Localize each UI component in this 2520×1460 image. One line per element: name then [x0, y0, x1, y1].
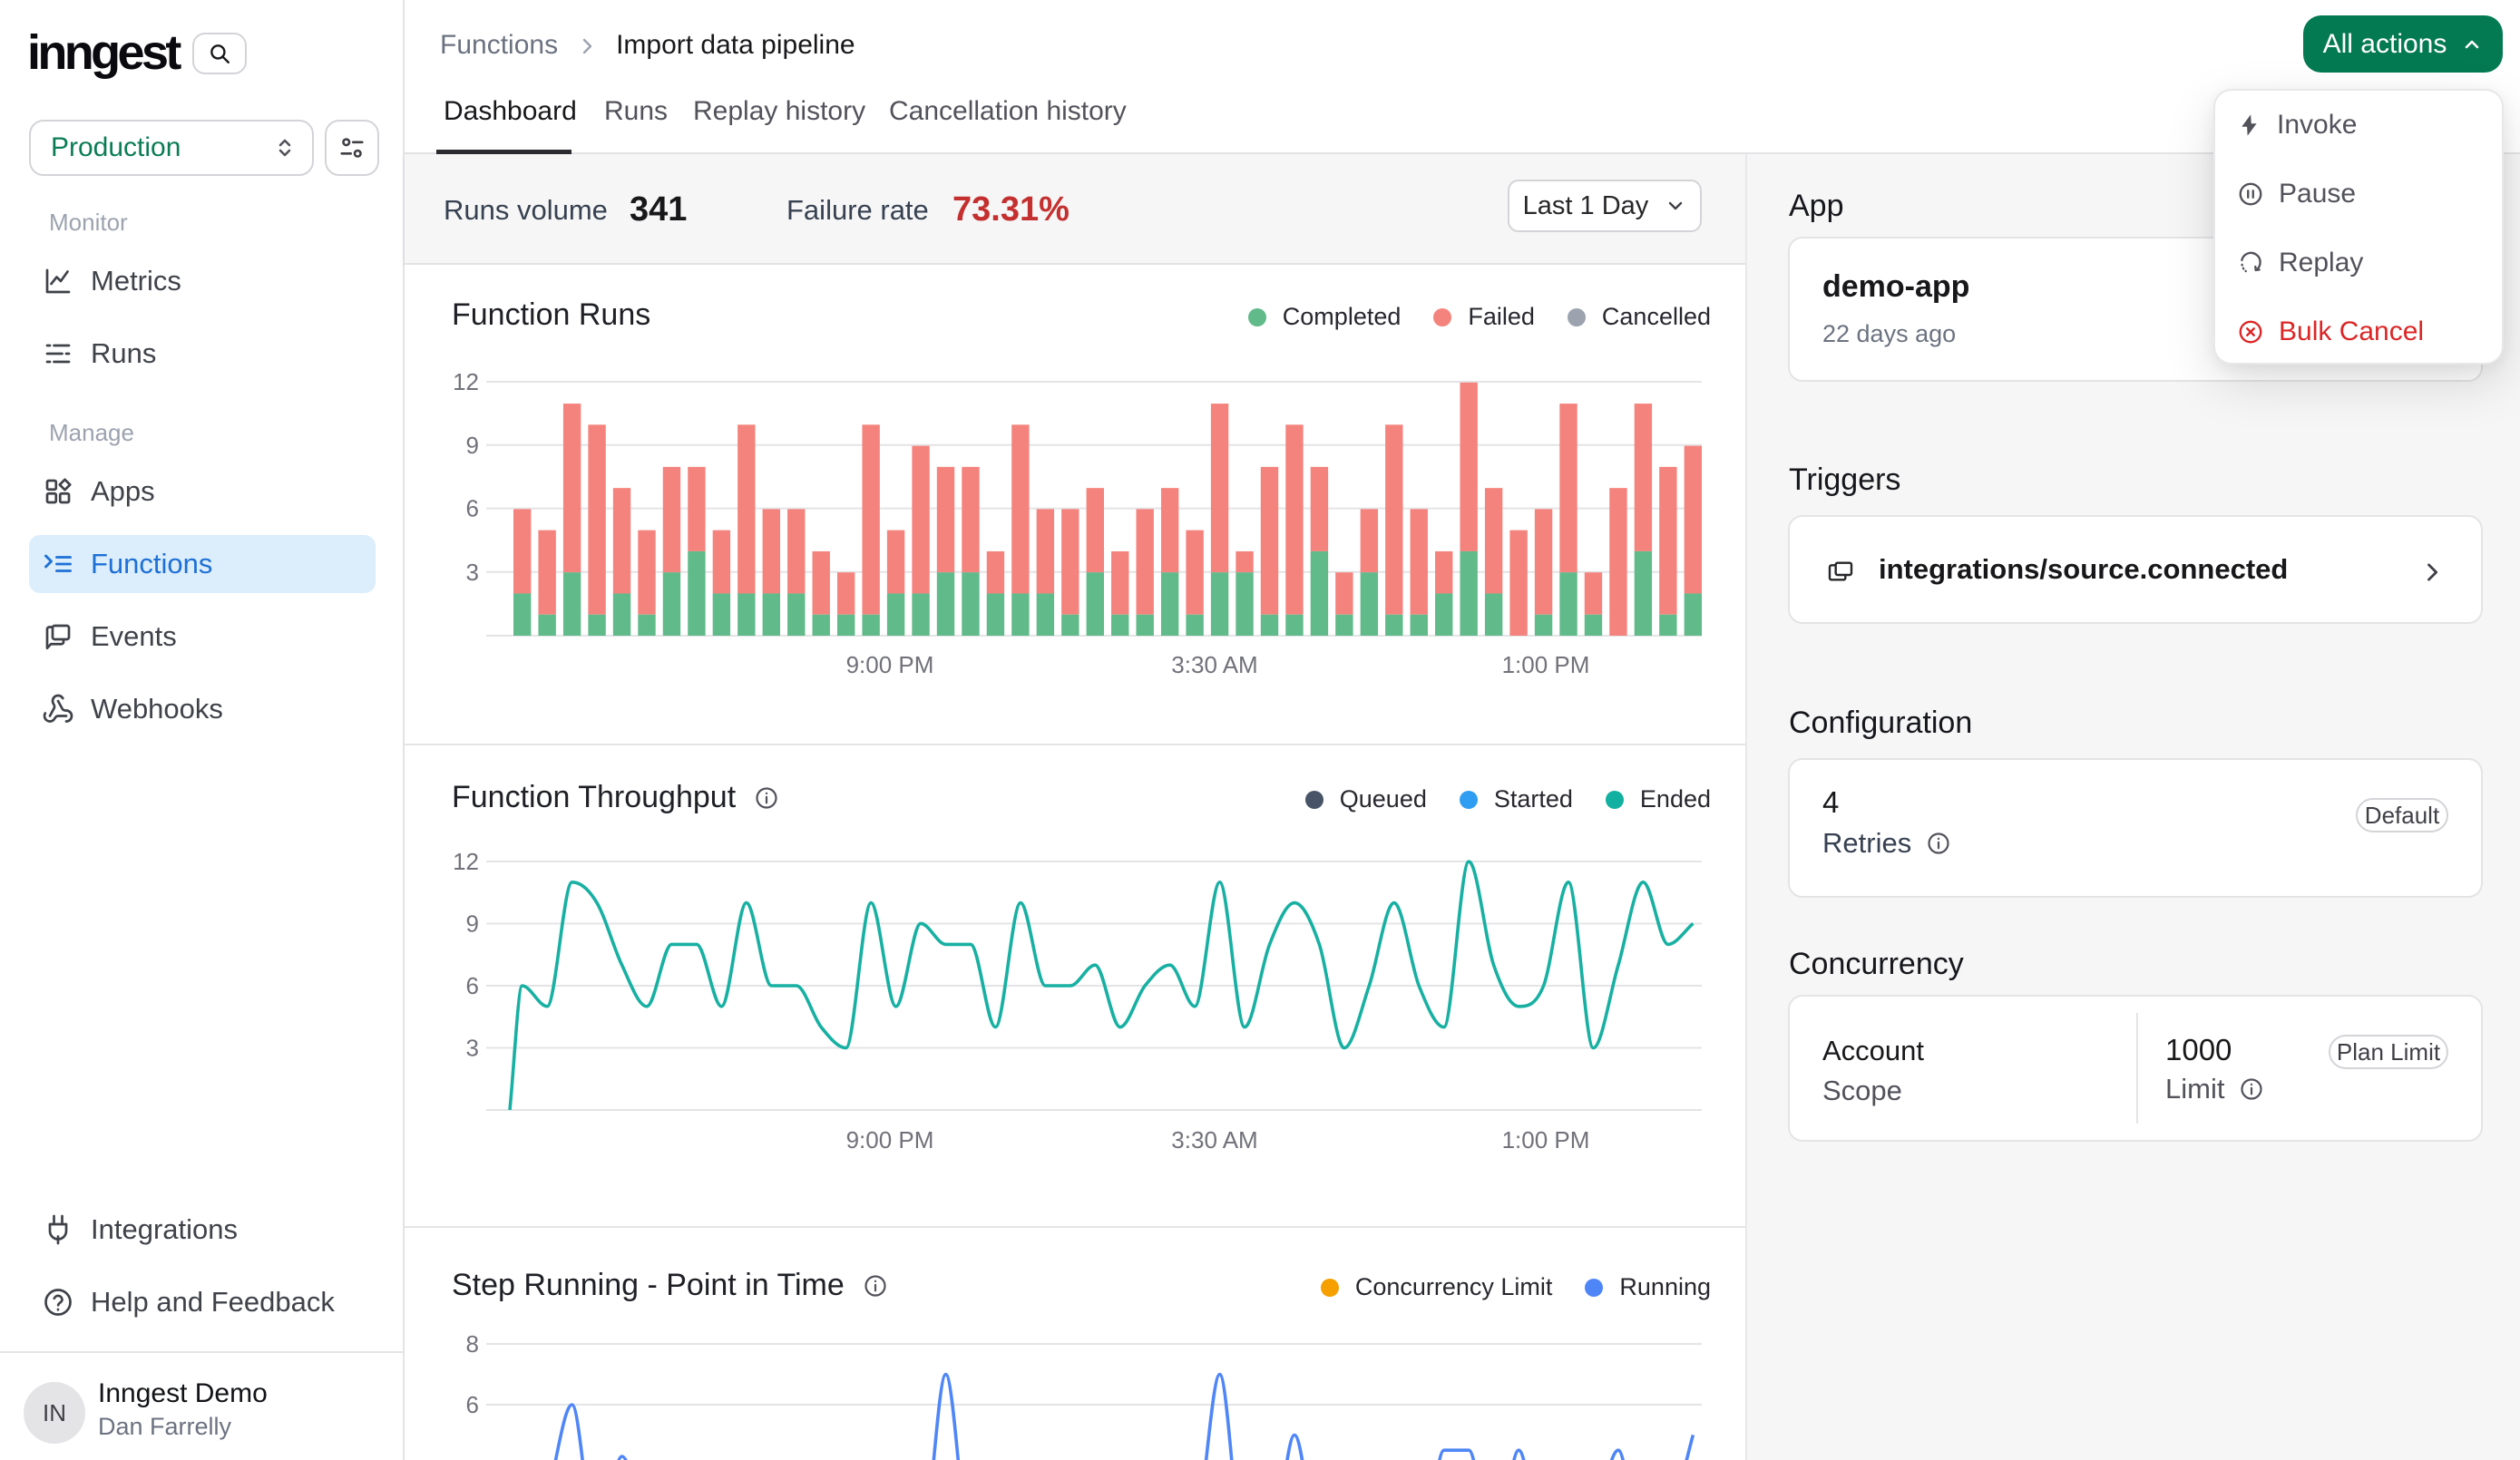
svg-text:1:00 PM: 1:00 PM: [1502, 651, 1590, 678]
svg-text:9: 9: [466, 432, 479, 459]
svg-text:3: 3: [466, 1034, 479, 1061]
svg-text:12: 12: [453, 368, 479, 395]
svg-text:6: 6: [466, 1391, 479, 1418]
svg-text:9:00 PM: 9:00 PM: [846, 651, 934, 678]
svg-text:3:30 AM: 3:30 AM: [1171, 651, 1257, 678]
svg-text:6: 6: [466, 495, 479, 522]
svg-text:8: 8: [466, 1330, 479, 1358]
svg-text:1:00 PM: 1:00 PM: [1502, 1126, 1590, 1153]
svg-text:3: 3: [466, 559, 479, 586]
svg-text:9:00 PM: 9:00 PM: [846, 1126, 934, 1153]
svg-text:12: 12: [453, 848, 479, 875]
svg-text:6: 6: [466, 972, 479, 999]
svg-text:9: 9: [466, 910, 479, 938]
svg-text:3:30 AM: 3:30 AM: [1171, 1126, 1257, 1153]
